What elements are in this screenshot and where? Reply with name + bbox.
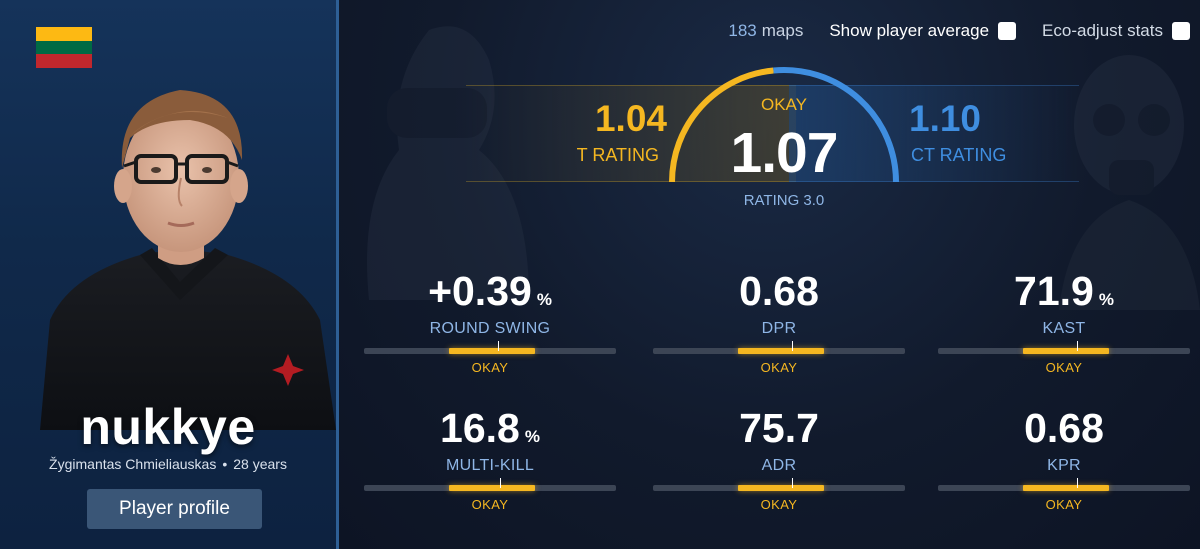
stat-bar-okay-zone: [738, 348, 824, 354]
stat-value-line: 0.68: [644, 268, 914, 318]
stat-bar-marker: [1077, 478, 1078, 488]
ct-rating-value: 1.10: [909, 98, 982, 139]
overall-rating-verdict: OKAY: [761, 95, 807, 114]
stat-label-dpr: DPR: [761, 320, 797, 337]
stat-verdict-multi-kill: OKAY: [471, 497, 509, 512]
stat-unit-kast: %: [1098, 290, 1114, 309]
show-player-average-checkbox[interactable]: [998, 22, 1017, 40]
player-photo: [40, 90, 336, 430]
t-rating-label: T RATING: [576, 145, 659, 165]
stat-value-round-swing: +0.39: [428, 268, 532, 314]
stat-bar-marker: [1077, 341, 1078, 351]
stat-label-adr: ADR: [761, 457, 797, 474]
stat-value-kpr: 0.68: [1024, 405, 1104, 451]
maps-count-label: maps: [761, 21, 804, 40]
overall-rating-label: RATING 3.0: [743, 192, 825, 209]
stat-bar-dpr: [653, 341, 905, 354]
stat-bar-marker: [500, 478, 501, 488]
stat-bar-multi-kill: [364, 478, 616, 491]
stat-card-kpr: 0.68 KPR OKAY: [929, 405, 1199, 512]
stat-verdict-kast: OKAY: [1045, 360, 1083, 375]
ct-rating-label: CT RATING: [911, 145, 1007, 165]
stat-bar-okay-zone: [449, 348, 535, 354]
maps-count: 183 maps: [728, 21, 803, 41]
player-nickname: nukkye: [80, 399, 256, 455]
eco-adjust-toggle[interactable]: Eco-adjust stats: [1042, 21, 1190, 41]
stat-card-kast: 71.9% KAST OKAY: [929, 268, 1199, 375]
stats-options-bar: 183 maps Show player average Eco-adjust s…: [728, 20, 1190, 42]
stat-card-multi-kill: 16.8% MULTI-KILL OKAY: [355, 405, 625, 512]
stat-card-dpr: 0.68 DPR OKAY: [644, 268, 914, 375]
stat-verdict-adr: OKAY: [760, 497, 798, 512]
stat-verdict-kpr: OKAY: [1045, 497, 1083, 512]
stat-unit-round-swing: %: [536, 290, 552, 309]
stat-label-kpr: KPR: [1047, 457, 1081, 474]
stat-bar-adr: [653, 478, 905, 491]
stat-value-line: 71.9%: [929, 268, 1199, 318]
stat-value-line: 75.7: [644, 405, 914, 455]
stat-label-kast: KAST: [1042, 320, 1086, 337]
stat-verdict-round-swing: OKAY: [471, 360, 509, 375]
stat-unit-multi-kill: %: [524, 427, 540, 446]
overall-rating-value: 1.07: [730, 121, 839, 185]
t-rating-value: 1.04: [594, 98, 667, 139]
stat-value-dpr: 0.68: [739, 268, 819, 314]
show-player-average-toggle[interactable]: Show player average: [829, 21, 1017, 41]
stat-bar-okay-zone: [449, 485, 535, 491]
stat-verdict-dpr: OKAY: [760, 360, 798, 375]
stat-label-round-swing: ROUND SWING: [429, 320, 551, 337]
stat-value-multi-kill: 16.8: [440, 405, 520, 451]
stat-card-adr: 75.7 ADR OKAY: [644, 405, 914, 512]
stat-bar-kpr: [938, 478, 1190, 491]
stat-bar-okay-zone: [1023, 485, 1109, 491]
stat-value-line: 16.8%: [355, 405, 625, 455]
player-profile-button[interactable]: Player profile: [87, 489, 262, 529]
eco-adjust-label: Eco-adjust stats: [1042, 21, 1163, 40]
stat-bar-marker: [498, 341, 499, 351]
stats-main: 183 maps Show player average Eco-adjust s…: [339, 0, 1200, 549]
player-meta: Žygimantas Chmieliauskas • 28 years: [0, 456, 336, 472]
stat-bar-okay-zone: [738, 485, 824, 491]
eco-adjust-checkbox[interactable]: [1172, 22, 1190, 40]
show-player-average-label: Show player average: [829, 21, 990, 40]
stat-bar-marker: [792, 478, 793, 488]
player-panel: nukkye Žygimantas Chmieliauskas • 28 years…: [0, 0, 336, 549]
stat-value-line: +0.39%: [355, 268, 625, 318]
maps-count-value: 183: [728, 21, 757, 40]
stat-bar-marker: [792, 341, 793, 351]
stat-card-round-swing: +0.39% ROUND SWING OKAY: [355, 268, 625, 375]
meta-separator: •: [222, 456, 228, 472]
stat-value-line: 0.68: [929, 405, 1199, 455]
stat-bar-okay-zone: [1023, 348, 1109, 354]
stat-value-kast: 71.9: [1014, 268, 1094, 314]
stat-label-multi-kill: MULTI-KILL: [445, 457, 535, 474]
player-age: 28 years: [233, 456, 287, 472]
stat-value-adr: 75.7: [739, 405, 819, 451]
player-real-name: Žygimantas Chmieliauskas: [49, 456, 217, 472]
stat-bar-round-swing: [364, 341, 616, 354]
stat-bar-kast: [938, 341, 1190, 354]
